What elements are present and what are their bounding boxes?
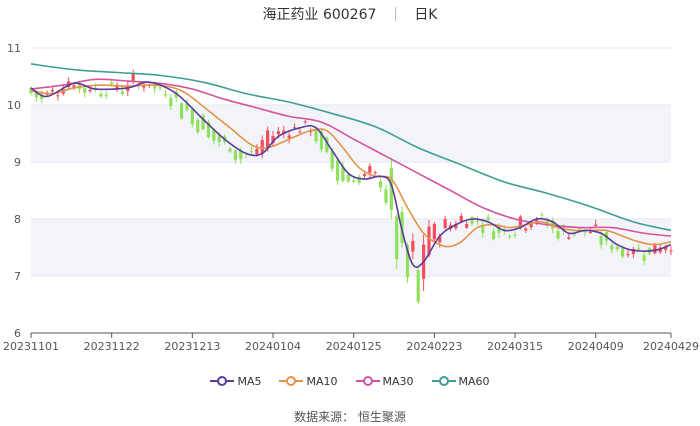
candle-body <box>475 220 479 222</box>
candle-body <box>395 216 399 260</box>
candle-body <box>583 231 587 233</box>
legend-label: MA10 <box>306 374 338 388</box>
legend-label: MA60 <box>458 374 490 388</box>
candle-body <box>378 181 383 188</box>
candle-body <box>346 174 350 182</box>
data-source: 数据来源： 恒生聚源 <box>294 410 406 424</box>
chart-root: 海正药业 600267 日K 6 7 8 9 10 11 20231101 20231122 2… <box>0 0 700 426</box>
candle-body <box>491 231 496 240</box>
candle-body <box>416 270 420 302</box>
legend-marker-icon <box>431 376 456 387</box>
y-tick-label: 6 <box>14 327 21 340</box>
legend-label: MA30 <box>382 374 414 388</box>
candle-body <box>104 94 108 96</box>
legend-item-ma30[interactable]: MA30 <box>355 374 414 388</box>
legend-marker-icon <box>210 376 235 387</box>
x-tick-label: 20231213 <box>164 340 220 353</box>
y-tick-label: 9 <box>14 156 21 169</box>
candle-body <box>88 89 92 92</box>
candle-body <box>524 228 528 231</box>
candle-body <box>335 160 340 181</box>
candle-body <box>443 219 447 228</box>
candle-body <box>120 91 125 94</box>
x-tick-label: 20231101 <box>3 340 59 353</box>
candle-body <box>432 223 436 240</box>
x-tick-label: 20240315 <box>487 340 543 353</box>
candle-body <box>599 235 603 245</box>
legend-marker-icon <box>279 376 304 387</box>
candlestick-chart: 6 7 8 9 10 11 20231101 20231122 20231213 20240104… <box>3 42 699 353</box>
candle-body <box>620 248 625 257</box>
y-tick-label: 7 <box>14 270 21 283</box>
candle-body <box>249 151 254 153</box>
candle-body <box>314 130 318 142</box>
candle-body <box>610 245 614 250</box>
candle-body <box>298 131 302 133</box>
candle-body <box>368 166 372 173</box>
legend-item-ma5[interactable]: MA5 <box>210 374 261 388</box>
candle-body <box>669 250 673 252</box>
candle-body <box>588 232 592 234</box>
candle-body <box>276 131 280 135</box>
candle-body <box>142 85 146 88</box>
legend-item-ma60[interactable]: MA60 <box>431 374 490 388</box>
x-tick-label: 20240223 <box>406 340 462 353</box>
legend-label: MA5 <box>237 374 262 388</box>
candle-body <box>626 253 630 256</box>
candle-body <box>110 82 114 84</box>
candle-body <box>637 248 641 250</box>
candle-body <box>486 217 490 221</box>
y-tick-label: 11 <box>7 42 21 55</box>
candle-body <box>615 246 619 250</box>
x-tick-label: 20240429 <box>643 340 699 353</box>
candle-body <box>50 89 55 92</box>
candle-body <box>642 255 646 261</box>
candle-body <box>303 121 307 123</box>
candle-body <box>362 174 367 176</box>
candle-body <box>169 97 173 107</box>
legend: MA5 MA10 MA30 MA60 <box>0 374 700 388</box>
candle-body <box>99 93 103 97</box>
candle-body <box>352 180 356 182</box>
candle-body <box>556 231 560 239</box>
x-tick-label: 20231122 <box>84 340 140 353</box>
candle-body <box>190 109 194 125</box>
candle-body <box>287 135 291 139</box>
grid-band <box>31 105 671 162</box>
candle-body <box>540 214 544 216</box>
candle-body <box>266 130 270 148</box>
x-tick-label: 20240104 <box>245 340 301 353</box>
candle-body <box>56 95 60 97</box>
y-tick-label: 10 <box>7 99 21 112</box>
legend-marker-icon <box>355 376 380 387</box>
x-tick-label: 20240125 <box>326 340 382 353</box>
candle-body <box>373 172 377 174</box>
candle-body <box>594 224 598 226</box>
candle-body <box>83 88 87 93</box>
candle-body <box>196 120 200 132</box>
candle-body <box>508 236 512 238</box>
candle-body <box>260 139 264 154</box>
candle-body <box>228 148 232 152</box>
candle-body <box>411 240 415 252</box>
candle-body <box>163 94 168 96</box>
legend-item-ma10[interactable]: MA10 <box>279 374 338 388</box>
candle-body <box>255 148 259 155</box>
candle-body <box>158 87 162 89</box>
candle-body <box>513 234 517 236</box>
candle-body <box>179 103 184 119</box>
candle-body <box>131 73 135 81</box>
candle-body <box>465 224 469 228</box>
candle-body <box>384 189 388 203</box>
y-tick-label: 8 <box>14 213 21 226</box>
candle-body <box>577 228 582 230</box>
x-tick-label: 20240409 <box>568 340 624 353</box>
candle-body <box>233 150 237 160</box>
candle-body <box>567 237 571 239</box>
